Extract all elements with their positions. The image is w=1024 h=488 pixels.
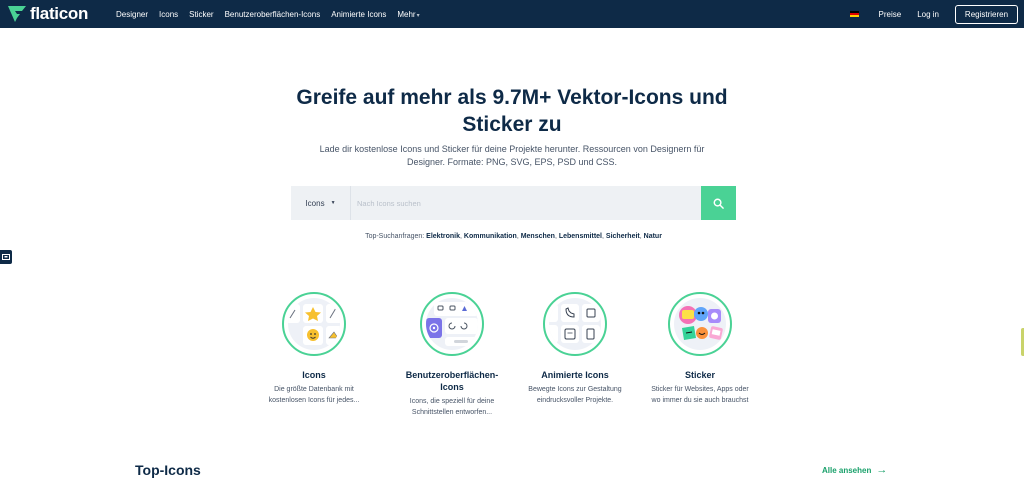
see-all-label: Alle ansehen xyxy=(822,465,872,475)
flaticon-logo[interactable]: flaticon xyxy=(8,4,100,24)
icons-illustration xyxy=(282,292,346,356)
sticker-illustration xyxy=(668,292,732,356)
chat-icon xyxy=(2,253,10,260)
top-search-food[interactable]: Lebensmittel xyxy=(559,233,602,240)
nav-link-more[interactable]: Mehr▾ xyxy=(397,10,419,19)
animated-icons-illustration xyxy=(543,292,607,356)
card-animated-icons[interactable]: Animierte Icons Bewegte Icons zur Gestal… xyxy=(510,292,640,406)
flaticon-logo-icon xyxy=(8,6,26,22)
search-bar: Icons ▼ xyxy=(291,186,736,220)
top-search-electronics[interactable]: Elektronik xyxy=(426,233,460,240)
card-icons-title: Icons xyxy=(302,370,326,380)
login-link[interactable]: Log in xyxy=(917,10,939,19)
card-animated-icons-title: Animierte Icons xyxy=(541,370,609,380)
card-sticker-desc-line2: wo immer du sie auch brauchst xyxy=(651,397,749,404)
card-sticker[interactable]: Sticker Sticker für Websites, Apps oder … xyxy=(635,292,765,406)
nav-link-sticker[interactable]: Sticker xyxy=(189,10,213,19)
nav-link-animated-icons[interactable]: Animierte Icons xyxy=(331,10,386,19)
card-ui-icons-desc-line1: Icons, die speziell für deine xyxy=(409,398,495,405)
card-icons-desc: Die größte Datenbank mit kostenlosen Ico… xyxy=(249,384,379,406)
card-ui-icons-desc: Icons, die speziell für deine Schnittste… xyxy=(387,396,517,418)
nav-link-pricing[interactable]: Preise xyxy=(879,10,902,19)
card-icons-desc-line2: kostenlosen Icons für jedes... xyxy=(268,397,360,404)
top-search-people[interactable]: Menschen xyxy=(521,233,555,240)
hero-subtitle-line2: Designer. Formate: PNG, SVG, EPS, PSD un… xyxy=(406,157,618,167)
search-type-dropdown[interactable]: Icons ▼ xyxy=(291,186,351,220)
hero-title-line1: Greife auf mehr als 9.7M+ Vektor-Icons u… xyxy=(296,86,728,109)
german-flag-icon[interactable] xyxy=(849,11,859,17)
nav-more-label: Mehr xyxy=(397,9,416,19)
register-button[interactable]: Registrieren xyxy=(955,4,1018,24)
nav-link-ui-icons[interactable]: Benutzeroberflächen-Icons xyxy=(225,10,321,19)
card-icons[interactable]: Icons Die größte Datenbank mit kostenlos… xyxy=(249,292,379,406)
logo-text: flaticon xyxy=(30,4,89,23)
hero-subtitle: Lade dir kostenlose Icons und Sticker fü… xyxy=(300,143,724,169)
card-sticker-title: Sticker xyxy=(684,370,716,380)
caret-down-icon: ▼ xyxy=(330,200,336,206)
card-animated-icons-desc: Bewegte Icons zur Gestaltung eindrucksvo… xyxy=(510,384,640,406)
top-navbar: flaticon Designer Icons Sticker Benutzer… xyxy=(0,0,1024,28)
search-icon xyxy=(713,198,724,209)
feedback-widget[interactable] xyxy=(0,250,12,264)
nav-links: Designer Icons Sticker Benutzeroberfläch… xyxy=(116,10,431,19)
card-sticker-desc: Sticker für Websites, Apps oder wo immer… xyxy=(635,384,765,406)
sticker-preview-icon xyxy=(679,306,723,340)
card-icons-desc-line1: Die größte Datenbank mit xyxy=(274,386,354,393)
hero-subtitle-line1: Lade dir kostenlose Icons und Sticker fü… xyxy=(319,144,705,154)
icons-preview-icon xyxy=(288,304,340,345)
see-all-link[interactable]: Alle ansehen → xyxy=(822,464,887,476)
card-ui-icons-desc-line2: Schnittstellen entworfen... xyxy=(411,409,493,416)
card-ui-icons-title-line1: Benutzeroberflächen- xyxy=(405,370,499,380)
chevron-down-icon: ▾ xyxy=(416,12,420,19)
top-icons-title: Top-Icons xyxy=(135,462,201,478)
top-searches-label: Top-Suchanfragen: xyxy=(365,233,425,240)
top-search-nature[interactable]: Natur xyxy=(644,233,662,240)
top-searches: Top-Suchanfragen: Elektronik, Kommunikat… xyxy=(365,233,662,240)
arrow-right-icon: → xyxy=(876,464,888,476)
ui-icons-preview-icon xyxy=(426,302,478,346)
ui-icons-illustration xyxy=(420,292,484,356)
card-animated-icons-desc-line2: eindrucksvoller Projekte. xyxy=(536,397,614,404)
hero-title: Greife auf mehr als 9.7M+ Vektor-Icons u… xyxy=(262,84,762,138)
top-search-security[interactable]: Sicherheit xyxy=(606,233,640,240)
card-sticker-desc-line1: Sticker für Websites, Apps oder xyxy=(651,386,749,393)
card-ui-icons[interactable]: Benutzeroberflächen- Icons Icons, die sp… xyxy=(387,292,517,418)
search-button[interactable] xyxy=(701,186,736,220)
card-ui-icons-title: Benutzeroberflächen- Icons xyxy=(387,369,517,393)
nav-right: Preise Log in Registrieren xyxy=(849,0,1018,28)
animated-icons-preview-icon xyxy=(549,304,600,343)
search-input[interactable] xyxy=(351,186,701,220)
search-type-label: Icons xyxy=(305,198,325,208)
top-search-communication[interactable]: Kommunikation xyxy=(464,233,517,240)
card-animated-icons-desc-line1: Bewegte Icons zur Gestaltung xyxy=(528,386,622,393)
card-ui-icons-title-line2: Icons xyxy=(440,382,464,392)
nav-link-icons[interactable]: Icons xyxy=(159,10,178,19)
hero-title-line2: Sticker zu xyxy=(462,113,562,136)
nav-link-designer[interactable]: Designer xyxy=(116,10,148,19)
